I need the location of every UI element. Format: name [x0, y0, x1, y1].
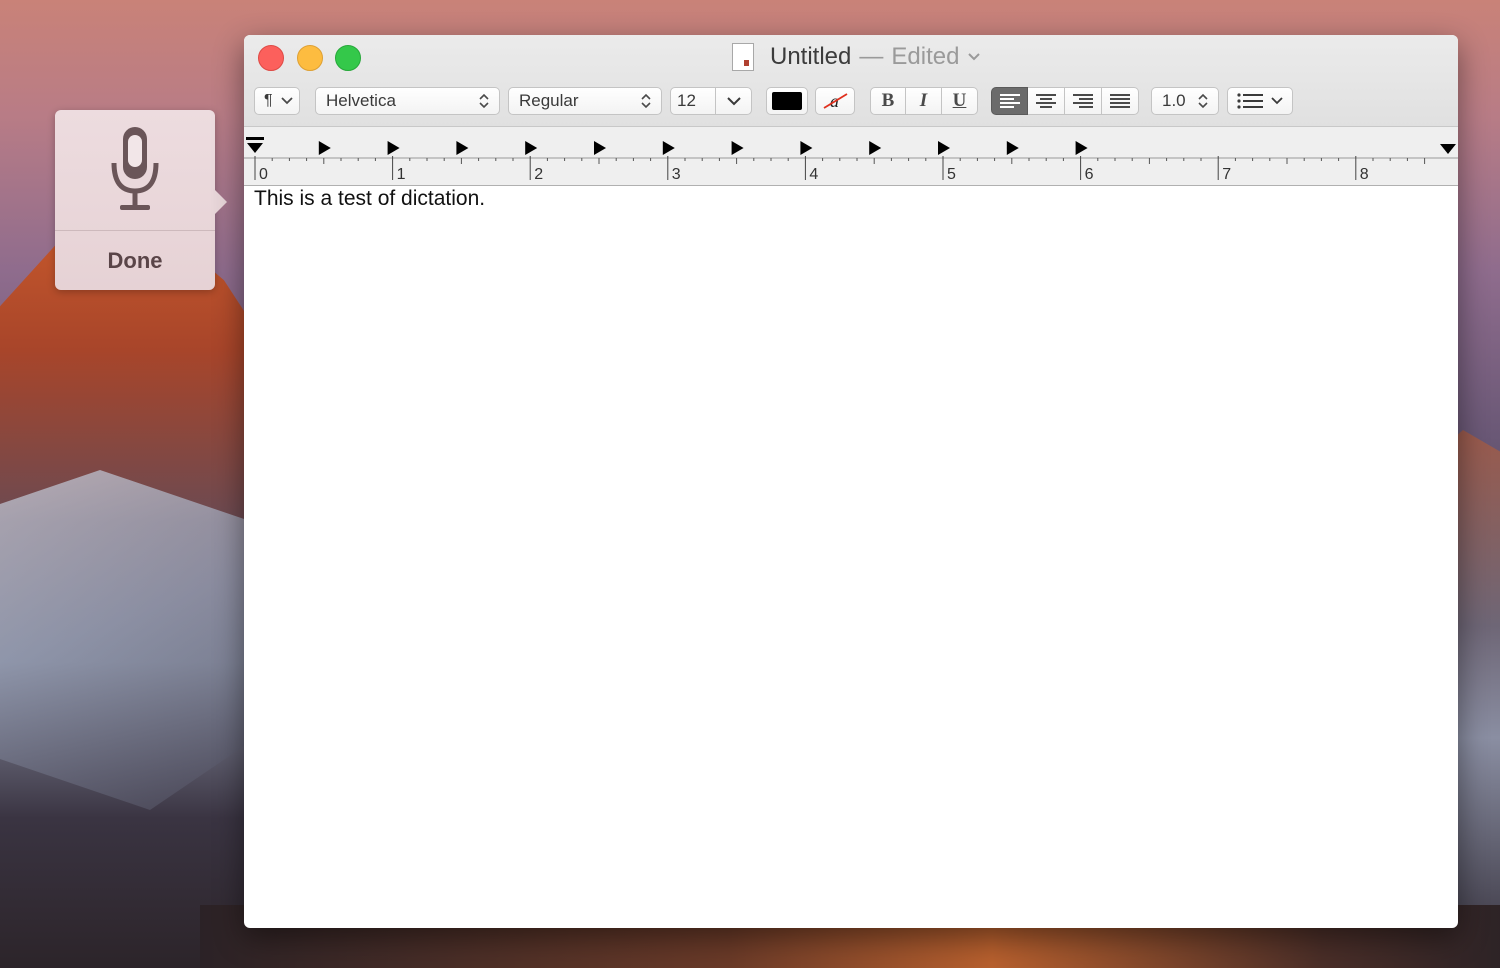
tab-stop-marker: [456, 141, 469, 155]
first-line-indent-marker: [246, 137, 264, 140]
microphone-icon: [111, 127, 159, 210]
tab-stop-marker: [800, 141, 813, 155]
ruler-label: 3: [672, 166, 681, 183]
alignment-buttons: [991, 87, 1139, 115]
font-family-value: Helvetica: [326, 91, 396, 110]
right-margin-marker: [1440, 144, 1456, 154]
background-color-button[interactable]: a: [815, 87, 855, 115]
bold-button[interactable]: B: [870, 87, 906, 115]
popover-arrow: [213, 188, 227, 216]
ruler-label: 8: [1360, 166, 1369, 183]
chevron-down-icon: [1271, 97, 1283, 105]
document-icon: [732, 43, 754, 71]
left-indent-marker: [247, 143, 263, 153]
font-style-select[interactable]: Regular: [508, 87, 662, 115]
chevron-down-icon: [281, 97, 293, 105]
updown-arrows-icon: [475, 93, 493, 109]
tab-stop-marker: [731, 141, 744, 155]
line-spacing-value: 1.0: [1162, 91, 1186, 110]
font-size-input[interactable]: 12: [670, 87, 716, 115]
title-separator: —: [859, 43, 884, 70]
chevron-down-icon: [968, 53, 981, 61]
align-center-button[interactable]: [1028, 87, 1065, 115]
dictation-mic-area: [55, 110, 215, 230]
text-color-swatch: [772, 92, 802, 110]
tab-stop-marker: [938, 141, 950, 155]
window-title: Untitled: [770, 43, 852, 70]
underline-button[interactable]: U: [942, 87, 978, 115]
tab-stop-marker: [1075, 141, 1088, 155]
ruler-label: 5: [947, 166, 956, 183]
dictation-done-button[interactable]: Done: [55, 231, 215, 290]
ruler[interactable]: 0 1 2 3 4 5 6 7 8: [244, 126, 1458, 186]
tab-stop-marker: [318, 141, 331, 155]
updown-arrows-icon: [1194, 93, 1212, 109]
paragraph-styles-button[interactable]: ¶: [254, 87, 300, 115]
font-size-combo: 12: [670, 87, 752, 115]
paragraph-icon: ¶: [264, 92, 273, 109]
maximize-window-button[interactable]: [335, 45, 361, 71]
text-style-buttons: B I U: [870, 87, 978, 115]
ruler-scale: 0 1 2 3 4 5 6 7 8: [244, 137, 1458, 183]
align-right-button[interactable]: [1065, 87, 1102, 115]
ruler-label: 1: [397, 166, 406, 183]
document-text-area[interactable]: This is a test of dictation.: [254, 187, 1448, 918]
minimize-window-button[interactable]: [297, 45, 323, 71]
ruler-label: 0: [259, 166, 268, 183]
tab-stop-marker: [662, 141, 675, 155]
close-window-button[interactable]: [258, 45, 284, 71]
text-color-button[interactable]: [766, 87, 808, 115]
tab-stop-marker: [594, 141, 606, 155]
align-left-button[interactable]: [991, 87, 1028, 115]
document-text: This is a test of dictation.: [254, 187, 486, 210]
updown-arrows-icon: [637, 93, 655, 109]
ruler-label: 2: [534, 166, 543, 183]
align-justify-button[interactable]: [1102, 87, 1139, 115]
align-center-icon: [1036, 94, 1056, 108]
background-color-icon: a: [823, 91, 848, 111]
ruler-label: 7: [1222, 166, 1231, 183]
tab-stop-marker: [387, 141, 400, 155]
font-family-select[interactable]: Helvetica: [315, 87, 500, 115]
window-title-area[interactable]: Untitled — Edited: [732, 41, 981, 73]
textedit-window: Untitled — Edited ¶ Helvetica Regular 12…: [244, 35, 1458, 928]
dictation-popover: Done: [55, 110, 227, 290]
ruler-label: 6: [1085, 166, 1094, 183]
font-size-dropdown-button[interactable]: [716, 87, 752, 115]
align-justify-icon: [1110, 94, 1130, 108]
desktop-background: Done Untitled — Edited ¶ Helvetica Regul…: [0, 0, 1500, 968]
line-spacing-select[interactable]: 1.0: [1151, 87, 1219, 115]
font-style-value: Regular: [519, 91, 579, 110]
tab-stop-marker: [525, 141, 538, 155]
mountain-snow-left: [0, 470, 250, 810]
italic-button[interactable]: I: [906, 87, 942, 115]
ruler-label: 4: [809, 166, 818, 183]
list-format-button[interactable]: [1227, 87, 1293, 115]
align-left-icon: [999, 94, 1020, 108]
tab-stop-marker: [869, 141, 882, 155]
chevron-down-icon: [726, 96, 741, 105]
align-right-icon: [1073, 94, 1093, 108]
tab-stop-marker: [1006, 141, 1019, 155]
title-status: Edited: [891, 43, 960, 70]
bulleted-list-icon: [1237, 93, 1263, 109]
